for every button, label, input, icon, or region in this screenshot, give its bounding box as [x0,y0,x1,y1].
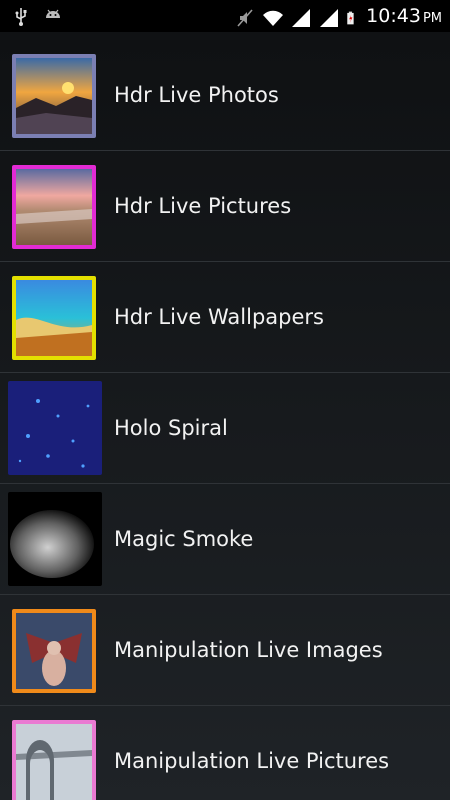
list-item-label: Hdr Live Photos [114,83,279,107]
sunset-rocks-thumbnail [12,54,96,138]
signal-1-icon [292,8,311,27]
signal-2-icon [320,8,339,27]
list-item-label: Hdr Live Pictures [114,194,292,218]
list-item[interactable]: Hdr Live Wallpapers [0,262,450,373]
list-item[interactable]: Hdr Live Pictures [0,151,450,262]
list-item-label: Hdr Live Wallpapers [114,305,324,329]
list-item-label: Holo Spiral [114,416,228,440]
tropical-beach-thumbnail [12,276,96,360]
list-item[interactable]: Holo Spiral [0,373,450,484]
wallpaper-list[interactable]: Hdr Live Photos Hdr Live Pictures Hdr Li… [0,40,450,800]
list-item-label: Manipulation Live Pictures [114,749,390,773]
fantasy-figure-thumbnail [12,609,96,693]
list-item[interactable]: Hdr Live Photos [0,40,450,151]
bridge-thumbnail [12,720,96,800]
list-item[interactable]: Magic Smoke [0,484,450,595]
status-bar: 10:43 PM [0,0,450,32]
usb-icon [15,8,27,26]
list-item-label: Manipulation Live Images [114,638,383,662]
battery-charging-icon [347,11,354,24]
blue-particles-thumbnail [8,381,102,475]
list-item[interactable]: Manipulation Live Images [0,595,450,706]
mute-icon [237,8,253,27]
clock: 10:43 PM [366,4,442,31]
clock-time: 10:43 [366,5,421,27]
smoke-thumbnail [8,492,102,586]
android-icon [46,9,60,18]
list-item-label: Magic Smoke [114,527,254,551]
wifi-icon [263,10,284,26]
beach-sunset-thumbnail [12,165,96,249]
clock-ampm: PM [422,11,442,26]
list-item[interactable]: Manipulation Live Pictures [0,706,450,800]
